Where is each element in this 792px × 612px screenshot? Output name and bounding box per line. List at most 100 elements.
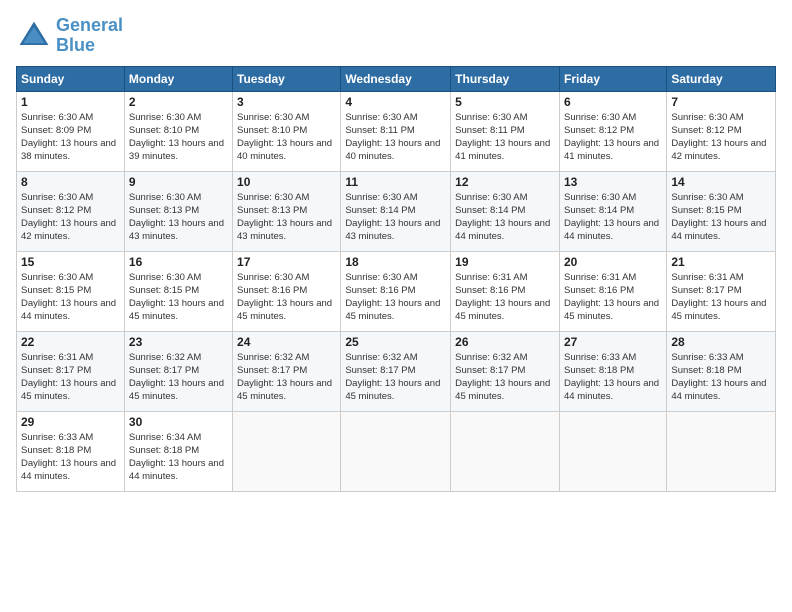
day-number: 25 (345, 335, 446, 349)
col-header-friday: Friday (559, 66, 666, 91)
calendar-cell (667, 411, 776, 491)
page: General Blue SundayMondayTuesdayWednesda… (0, 0, 792, 612)
day-info: Sunrise: 6:30 AM Sunset: 8:16 PM Dayligh… (237, 271, 336, 324)
calendar-cell: 20 Sunrise: 6:31 AM Sunset: 8:16 PM Dayl… (559, 251, 666, 331)
day-number: 6 (564, 95, 662, 109)
day-number: 24 (237, 335, 336, 349)
day-info: Sunrise: 6:32 AM Sunset: 8:17 PM Dayligh… (237, 351, 336, 404)
day-info: Sunrise: 6:31 AM Sunset: 8:17 PM Dayligh… (21, 351, 120, 404)
calendar-cell: 29 Sunrise: 6:33 AM Sunset: 8:18 PM Dayl… (17, 411, 125, 491)
col-header-tuesday: Tuesday (233, 66, 341, 91)
day-number: 21 (671, 255, 771, 269)
day-number: 12 (455, 175, 555, 189)
day-number: 17 (237, 255, 336, 269)
calendar-week-3: 22 Sunrise: 6:31 AM Sunset: 8:17 PM Dayl… (17, 331, 776, 411)
day-number: 14 (671, 175, 771, 189)
calendar-cell: 19 Sunrise: 6:31 AM Sunset: 8:16 PM Dayl… (451, 251, 560, 331)
day-info: Sunrise: 6:30 AM Sunset: 8:13 PM Dayligh… (237, 191, 336, 244)
col-header-saturday: Saturday (667, 66, 776, 91)
calendar-cell: 15 Sunrise: 6:30 AM Sunset: 8:15 PM Dayl… (17, 251, 125, 331)
day-number: 30 (129, 415, 228, 429)
day-info: Sunrise: 6:30 AM Sunset: 8:11 PM Dayligh… (455, 111, 555, 164)
day-info: Sunrise: 6:30 AM Sunset: 8:12 PM Dayligh… (671, 111, 771, 164)
day-info: Sunrise: 6:30 AM Sunset: 8:11 PM Dayligh… (345, 111, 446, 164)
calendar-body: 1 Sunrise: 6:30 AM Sunset: 8:09 PM Dayli… (17, 91, 776, 491)
calendar-cell: 27 Sunrise: 6:33 AM Sunset: 8:18 PM Dayl… (559, 331, 666, 411)
day-info: Sunrise: 6:33 AM Sunset: 8:18 PM Dayligh… (671, 351, 771, 404)
calendar-cell: 28 Sunrise: 6:33 AM Sunset: 8:18 PM Dayl… (667, 331, 776, 411)
day-info: Sunrise: 6:30 AM Sunset: 8:12 PM Dayligh… (21, 191, 120, 244)
day-number: 18 (345, 255, 446, 269)
day-number: 19 (455, 255, 555, 269)
day-number: 27 (564, 335, 662, 349)
calendar-header-row: SundayMondayTuesdayWednesdayThursdayFrid… (17, 66, 776, 91)
calendar-cell: 4 Sunrise: 6:30 AM Sunset: 8:11 PM Dayli… (341, 91, 451, 171)
calendar-cell: 22 Sunrise: 6:31 AM Sunset: 8:17 PM Dayl… (17, 331, 125, 411)
day-info: Sunrise: 6:30 AM Sunset: 8:15 PM Dayligh… (21, 271, 120, 324)
calendar-cell (451, 411, 560, 491)
calendar-cell: 14 Sunrise: 6:30 AM Sunset: 8:15 PM Dayl… (667, 171, 776, 251)
calendar-cell: 13 Sunrise: 6:30 AM Sunset: 8:14 PM Dayl… (559, 171, 666, 251)
calendar-cell: 26 Sunrise: 6:32 AM Sunset: 8:17 PM Dayl… (451, 331, 560, 411)
calendar-cell: 11 Sunrise: 6:30 AM Sunset: 8:14 PM Dayl… (341, 171, 451, 251)
day-number: 23 (129, 335, 228, 349)
calendar-cell: 10 Sunrise: 6:30 AM Sunset: 8:13 PM Dayl… (233, 171, 341, 251)
calendar-week-2: 15 Sunrise: 6:30 AM Sunset: 8:15 PM Dayl… (17, 251, 776, 331)
calendar-week-0: 1 Sunrise: 6:30 AM Sunset: 8:09 PM Dayli… (17, 91, 776, 171)
day-number: 1 (21, 95, 120, 109)
day-number: 9 (129, 175, 228, 189)
day-info: Sunrise: 6:30 AM Sunset: 8:14 PM Dayligh… (455, 191, 555, 244)
day-number: 3 (237, 95, 336, 109)
calendar-cell: 25 Sunrise: 6:32 AM Sunset: 8:17 PM Dayl… (341, 331, 451, 411)
day-info: Sunrise: 6:31 AM Sunset: 8:17 PM Dayligh… (671, 271, 771, 324)
day-number: 11 (345, 175, 446, 189)
calendar-cell (341, 411, 451, 491)
col-header-wednesday: Wednesday (341, 66, 451, 91)
calendar-cell: 30 Sunrise: 6:34 AM Sunset: 8:18 PM Dayl… (124, 411, 232, 491)
day-number: 7 (671, 95, 771, 109)
calendar-week-4: 29 Sunrise: 6:33 AM Sunset: 8:18 PM Dayl… (17, 411, 776, 491)
calendar-cell: 1 Sunrise: 6:30 AM Sunset: 8:09 PM Dayli… (17, 91, 125, 171)
day-number: 5 (455, 95, 555, 109)
calendar-header: SundayMondayTuesdayWednesdayThursdayFrid… (17, 66, 776, 91)
day-number: 26 (455, 335, 555, 349)
day-info: Sunrise: 6:31 AM Sunset: 8:16 PM Dayligh… (564, 271, 662, 324)
day-number: 15 (21, 255, 120, 269)
day-info: Sunrise: 6:30 AM Sunset: 8:14 PM Dayligh… (345, 191, 446, 244)
day-number: 22 (21, 335, 120, 349)
calendar-cell: 2 Sunrise: 6:30 AM Sunset: 8:10 PM Dayli… (124, 91, 232, 171)
calendar-cell: 8 Sunrise: 6:30 AM Sunset: 8:12 PM Dayli… (17, 171, 125, 251)
logo-text: General Blue (56, 16, 123, 56)
day-info: Sunrise: 6:31 AM Sunset: 8:16 PM Dayligh… (455, 271, 555, 324)
day-number: 29 (21, 415, 120, 429)
calendar-cell: 16 Sunrise: 6:30 AM Sunset: 8:15 PM Dayl… (124, 251, 232, 331)
calendar: SundayMondayTuesdayWednesdayThursdayFrid… (16, 66, 776, 492)
day-info: Sunrise: 6:30 AM Sunset: 8:09 PM Dayligh… (21, 111, 120, 164)
day-info: Sunrise: 6:30 AM Sunset: 8:13 PM Dayligh… (129, 191, 228, 244)
calendar-cell: 5 Sunrise: 6:30 AM Sunset: 8:11 PM Dayli… (451, 91, 560, 171)
day-number: 20 (564, 255, 662, 269)
calendar-cell: 18 Sunrise: 6:30 AM Sunset: 8:16 PM Dayl… (341, 251, 451, 331)
calendar-cell: 17 Sunrise: 6:30 AM Sunset: 8:16 PM Dayl… (233, 251, 341, 331)
logo-icon (16, 18, 52, 54)
day-info: Sunrise: 6:30 AM Sunset: 8:10 PM Dayligh… (129, 111, 228, 164)
day-info: Sunrise: 6:32 AM Sunset: 8:17 PM Dayligh… (129, 351, 228, 404)
calendar-cell: 9 Sunrise: 6:30 AM Sunset: 8:13 PM Dayli… (124, 171, 232, 251)
day-number: 16 (129, 255, 228, 269)
calendar-cell: 23 Sunrise: 6:32 AM Sunset: 8:17 PM Dayl… (124, 331, 232, 411)
day-info: Sunrise: 6:33 AM Sunset: 8:18 PM Dayligh… (21, 431, 120, 484)
col-header-thursday: Thursday (451, 66, 560, 91)
calendar-cell (233, 411, 341, 491)
day-number: 10 (237, 175, 336, 189)
header: General Blue (16, 16, 776, 56)
day-info: Sunrise: 6:30 AM Sunset: 8:15 PM Dayligh… (671, 191, 771, 244)
day-info: Sunrise: 6:30 AM Sunset: 8:16 PM Dayligh… (345, 271, 446, 324)
day-number: 13 (564, 175, 662, 189)
day-info: Sunrise: 6:32 AM Sunset: 8:17 PM Dayligh… (455, 351, 555, 404)
calendar-cell: 21 Sunrise: 6:31 AM Sunset: 8:17 PM Dayl… (667, 251, 776, 331)
calendar-cell: 12 Sunrise: 6:30 AM Sunset: 8:14 PM Dayl… (451, 171, 560, 251)
day-number: 2 (129, 95, 228, 109)
day-number: 28 (671, 335, 771, 349)
calendar-cell: 24 Sunrise: 6:32 AM Sunset: 8:17 PM Dayl… (233, 331, 341, 411)
calendar-cell (559, 411, 666, 491)
